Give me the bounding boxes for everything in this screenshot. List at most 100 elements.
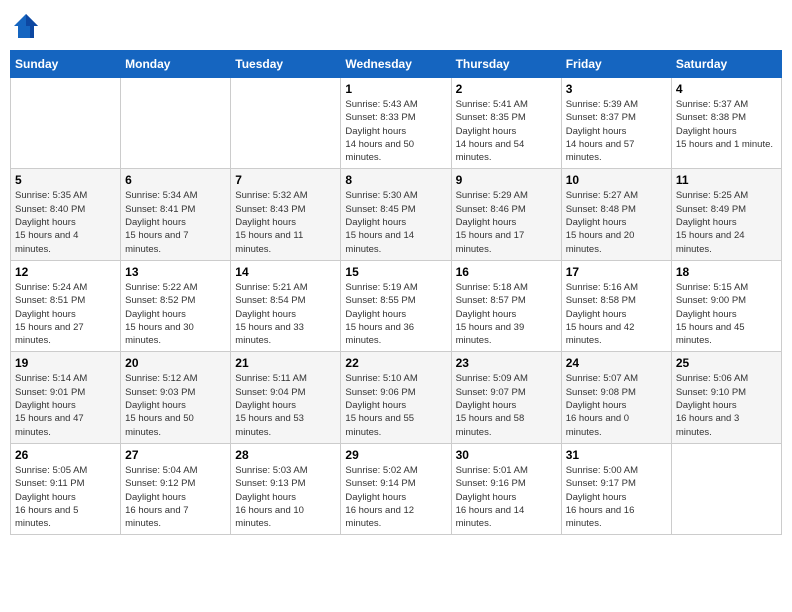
day-number: 13 — [125, 265, 226, 279]
day-number: 8 — [345, 173, 446, 187]
calendar-cell: 21 Sunrise: 5:11 AM Sunset: 9:04 PM Dayl… — [231, 352, 341, 443]
day-info: Sunrise: 5:39 AM Sunset: 8:37 PM Dayligh… — [566, 98, 667, 164]
calendar-cell: 28 Sunrise: 5:03 AM Sunset: 9:13 PM Dayl… — [231, 443, 341, 534]
calendar-cell — [121, 78, 231, 169]
col-header-wednesday: Wednesday — [341, 51, 451, 78]
day-info: Sunrise: 5:01 AM Sunset: 9:16 PM Dayligh… — [456, 464, 557, 530]
calendar-cell: 11 Sunrise: 5:25 AM Sunset: 8:49 PM Dayl… — [671, 169, 781, 260]
day-number: 18 — [676, 265, 777, 279]
calendar-cell: 24 Sunrise: 5:07 AM Sunset: 9:08 PM Dayl… — [561, 352, 671, 443]
calendar-week-row: 19 Sunrise: 5:14 AM Sunset: 9:01 PM Dayl… — [11, 352, 782, 443]
logo — [10, 10, 46, 42]
calendar-cell: 12 Sunrise: 5:24 AM Sunset: 8:51 PM Dayl… — [11, 260, 121, 351]
col-header-tuesday: Tuesday — [231, 51, 341, 78]
day-number: 4 — [676, 82, 777, 96]
calendar-cell: 14 Sunrise: 5:21 AM Sunset: 8:54 PM Dayl… — [231, 260, 341, 351]
calendar-cell: 20 Sunrise: 5:12 AM Sunset: 9:03 PM Dayl… — [121, 352, 231, 443]
col-header-monday: Monday — [121, 51, 231, 78]
day-number: 25 — [676, 356, 777, 370]
calendar-cell: 29 Sunrise: 5:02 AM Sunset: 9:14 PM Dayl… — [341, 443, 451, 534]
day-number: 19 — [15, 356, 116, 370]
day-number: 23 — [456, 356, 557, 370]
day-info: Sunrise: 5:04 AM Sunset: 9:12 PM Dayligh… — [125, 464, 226, 530]
calendar-cell: 26 Sunrise: 5:05 AM Sunset: 9:11 PM Dayl… — [11, 443, 121, 534]
day-number: 14 — [235, 265, 336, 279]
day-info: Sunrise: 5:11 AM Sunset: 9:04 PM Dayligh… — [235, 372, 336, 438]
day-number: 10 — [566, 173, 667, 187]
day-number: 7 — [235, 173, 336, 187]
day-number: 26 — [15, 448, 116, 462]
day-number: 5 — [15, 173, 116, 187]
day-number: 21 — [235, 356, 336, 370]
calendar-table: SundayMondayTuesdayWednesdayThursdayFrid… — [10, 50, 782, 535]
day-info: Sunrise: 5:07 AM Sunset: 9:08 PM Dayligh… — [566, 372, 667, 438]
calendar-cell — [11, 78, 121, 169]
day-info: Sunrise: 5:09 AM Sunset: 9:07 PM Dayligh… — [456, 372, 557, 438]
calendar-cell: 15 Sunrise: 5:19 AM Sunset: 8:55 PM Dayl… — [341, 260, 451, 351]
calendar-cell: 25 Sunrise: 5:06 AM Sunset: 9:10 PM Dayl… — [671, 352, 781, 443]
calendar-week-row: 12 Sunrise: 5:24 AM Sunset: 8:51 PM Dayl… — [11, 260, 782, 351]
calendar-cell: 2 Sunrise: 5:41 AM Sunset: 8:35 PM Dayli… — [451, 78, 561, 169]
calendar-cell: 3 Sunrise: 5:39 AM Sunset: 8:37 PM Dayli… — [561, 78, 671, 169]
calendar-cell: 1 Sunrise: 5:43 AM Sunset: 8:33 PM Dayli… — [341, 78, 451, 169]
day-info: Sunrise: 5:41 AM Sunset: 8:35 PM Dayligh… — [456, 98, 557, 164]
day-info: Sunrise: 5:14 AM Sunset: 9:01 PM Dayligh… — [15, 372, 116, 438]
day-info: Sunrise: 5:16 AM Sunset: 8:58 PM Dayligh… — [566, 281, 667, 347]
day-number: 17 — [566, 265, 667, 279]
calendar-cell: 19 Sunrise: 5:14 AM Sunset: 9:01 PM Dayl… — [11, 352, 121, 443]
day-info: Sunrise: 5:25 AM Sunset: 8:49 PM Dayligh… — [676, 189, 777, 255]
day-info: Sunrise: 5:18 AM Sunset: 8:57 PM Dayligh… — [456, 281, 557, 347]
day-number: 6 — [125, 173, 226, 187]
day-info: Sunrise: 5:24 AM Sunset: 8:51 PM Dayligh… — [15, 281, 116, 347]
day-info: Sunrise: 5:30 AM Sunset: 8:45 PM Dayligh… — [345, 189, 446, 255]
day-number: 22 — [345, 356, 446, 370]
calendar-week-row: 5 Sunrise: 5:35 AM Sunset: 8:40 PM Dayli… — [11, 169, 782, 260]
calendar-cell: 13 Sunrise: 5:22 AM Sunset: 8:52 PM Dayl… — [121, 260, 231, 351]
calendar-cell: 27 Sunrise: 5:04 AM Sunset: 9:12 PM Dayl… — [121, 443, 231, 534]
day-info: Sunrise: 5:10 AM Sunset: 9:06 PM Dayligh… — [345, 372, 446, 438]
day-info: Sunrise: 5:19 AM Sunset: 8:55 PM Dayligh… — [345, 281, 446, 347]
day-number: 1 — [345, 82, 446, 96]
day-number: 9 — [456, 173, 557, 187]
day-info: Sunrise: 5:22 AM Sunset: 8:52 PM Dayligh… — [125, 281, 226, 347]
calendar-cell: 17 Sunrise: 5:16 AM Sunset: 8:58 PM Dayl… — [561, 260, 671, 351]
day-number: 15 — [345, 265, 446, 279]
day-number: 20 — [125, 356, 226, 370]
day-info: Sunrise: 5:29 AM Sunset: 8:46 PM Dayligh… — [456, 189, 557, 255]
day-number: 29 — [345, 448, 446, 462]
calendar-cell: 31 Sunrise: 5:00 AM Sunset: 9:17 PM Dayl… — [561, 443, 671, 534]
calendar-cell: 18 Sunrise: 5:15 AM Sunset: 9:00 PM Dayl… — [671, 260, 781, 351]
day-number: 11 — [676, 173, 777, 187]
day-number: 3 — [566, 82, 667, 96]
header — [10, 10, 782, 42]
day-number: 31 — [566, 448, 667, 462]
calendar-cell: 6 Sunrise: 5:34 AM Sunset: 8:41 PM Dayli… — [121, 169, 231, 260]
calendar-cell: 30 Sunrise: 5:01 AM Sunset: 9:16 PM Dayl… — [451, 443, 561, 534]
calendar-week-row: 1 Sunrise: 5:43 AM Sunset: 8:33 PM Dayli… — [11, 78, 782, 169]
calendar-cell: 10 Sunrise: 5:27 AM Sunset: 8:48 PM Dayl… — [561, 169, 671, 260]
col-header-friday: Friday — [561, 51, 671, 78]
day-number: 16 — [456, 265, 557, 279]
day-info: Sunrise: 5:43 AM Sunset: 8:33 PM Dayligh… — [345, 98, 446, 164]
calendar-cell: 23 Sunrise: 5:09 AM Sunset: 9:07 PM Dayl… — [451, 352, 561, 443]
day-info: Sunrise: 5:00 AM Sunset: 9:17 PM Dayligh… — [566, 464, 667, 530]
day-info: Sunrise: 5:37 AM Sunset: 8:38 PM Dayligh… — [676, 98, 777, 151]
day-info: Sunrise: 5:02 AM Sunset: 9:14 PM Dayligh… — [345, 464, 446, 530]
day-info: Sunrise: 5:34 AM Sunset: 8:41 PM Dayligh… — [125, 189, 226, 255]
day-number: 28 — [235, 448, 336, 462]
col-header-saturday: Saturday — [671, 51, 781, 78]
day-info: Sunrise: 5:06 AM Sunset: 9:10 PM Dayligh… — [676, 372, 777, 438]
day-number: 30 — [456, 448, 557, 462]
col-header-sunday: Sunday — [11, 51, 121, 78]
day-info: Sunrise: 5:21 AM Sunset: 8:54 PM Dayligh… — [235, 281, 336, 347]
day-number: 27 — [125, 448, 226, 462]
day-number: 12 — [15, 265, 116, 279]
calendar-cell: 9 Sunrise: 5:29 AM Sunset: 8:46 PM Dayli… — [451, 169, 561, 260]
calendar-cell — [671, 443, 781, 534]
calendar-cell: 4 Sunrise: 5:37 AM Sunset: 8:38 PM Dayli… — [671, 78, 781, 169]
calendar-cell: 16 Sunrise: 5:18 AM Sunset: 8:57 PM Dayl… — [451, 260, 561, 351]
day-info: Sunrise: 5:35 AM Sunset: 8:40 PM Dayligh… — [15, 189, 116, 255]
calendar-cell: 7 Sunrise: 5:32 AM Sunset: 8:43 PM Dayli… — [231, 169, 341, 260]
logo-icon — [10, 10, 42, 42]
col-header-thursday: Thursday — [451, 51, 561, 78]
